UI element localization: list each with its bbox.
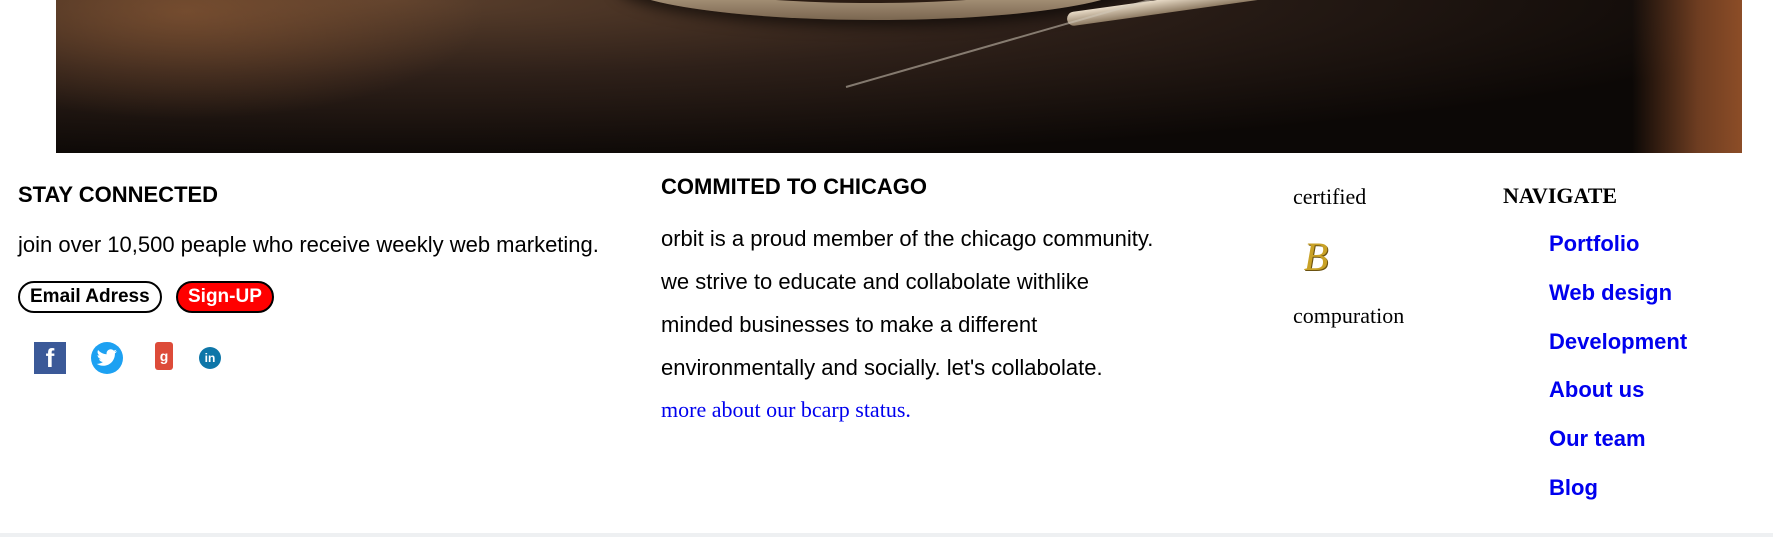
hero-light-glow [56,0,486,120]
nav-link-web-design[interactable]: Web design [1549,280,1672,306]
signup-button[interactable]: Sign-UP [176,281,274,313]
nav-link-development[interactable]: Development [1549,329,1687,355]
navigate-title: NAVIGATE [1503,183,1618,208]
google-plus-icon[interactable]: g [155,342,173,370]
hero-image [56,0,1742,153]
twitter-icon[interactable] [91,342,123,374]
nav-link-blog[interactable]: Blog [1549,475,1598,501]
nav-link-our-team[interactable]: Our team [1549,426,1646,452]
nav-link-about-us[interactable]: About us [1549,377,1644,403]
b-corp-logo-icon: B [1303,234,1329,279]
bcorp-status-link[interactable]: more about our bcarp status. [661,397,911,423]
hero-right-glow [1632,0,1742,153]
hero-plate [616,0,1136,20]
stay-connected-description: join over 10,500 peaple who receive week… [18,232,599,257]
commited-line-4: environmentally and socially. let's coll… [661,355,1103,380]
nav-link-portfolio[interactable]: Portfolio [1549,231,1639,257]
commited-line-3: minded businesses to make a different [661,312,1038,337]
stay-connected-heading: STAY CONNECTED [18,182,219,207]
commited-line-1: orbit is a proud member of the chicago c… [661,226,1154,251]
email-field[interactable]: Email Adress [18,281,162,313]
linkedin-icon[interactable]: in [199,347,221,369]
certified-text: certified [1293,184,1367,209]
commited-line-2: we strive to educate and collabolate wit… [661,269,1090,294]
compuration-text: compuration [1293,303,1405,328]
commited-heading: COMMITED TO CHICAGO [661,174,928,199]
footer-divider [0,533,1773,537]
facebook-icon[interactable]: f [34,342,66,374]
twitter-bird-glyph [96,349,117,366]
